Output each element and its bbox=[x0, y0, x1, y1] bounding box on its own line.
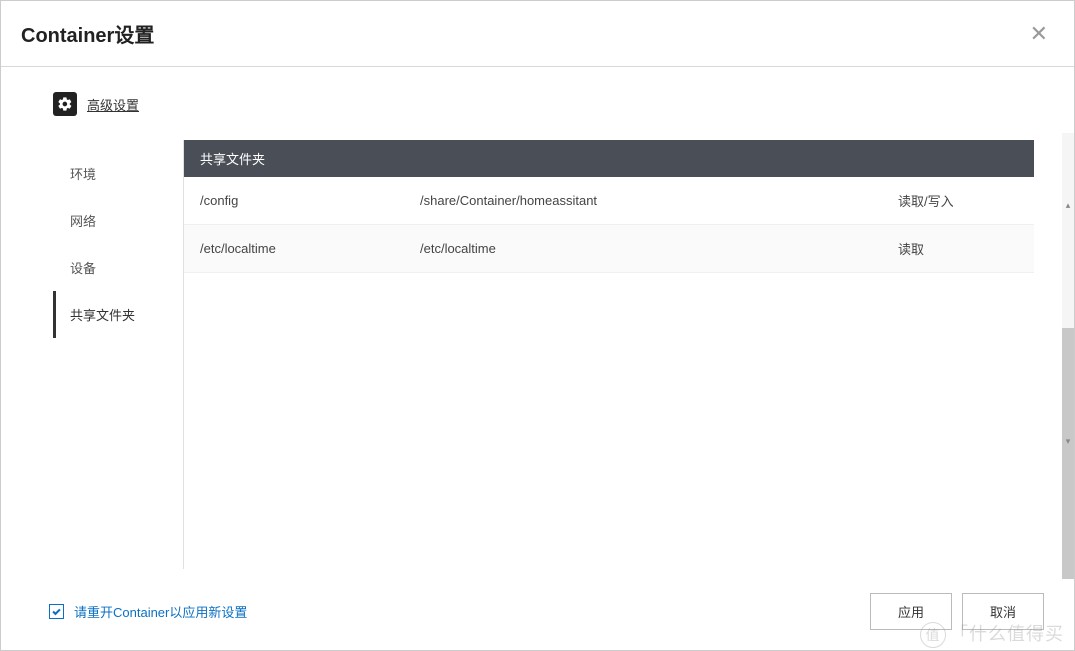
modal-footer: 请重开Container以应用新设置 应用 取消 bbox=[1, 579, 1074, 650]
apply-button[interactable]: 应用 bbox=[870, 593, 952, 630]
scroll-up-icon[interactable]: ▴ bbox=[1062, 199, 1074, 211]
sidebar-item-shared-folders[interactable]: 共享文件夹 bbox=[53, 291, 183, 338]
cancel-button[interactable]: 取消 bbox=[962, 593, 1044, 630]
container-settings-modal: Container设置 ✕ 高级设置 环境 网络 bbox=[0, 0, 1075, 651]
restart-checkbox[interactable] bbox=[49, 604, 64, 619]
mount-path: /etc/localtime bbox=[200, 241, 420, 256]
sidebar-item-network[interactable]: 网络 bbox=[53, 197, 183, 244]
sidebar-item-device[interactable]: 设备 bbox=[53, 244, 183, 291]
panel-title: 共享文件夹 bbox=[184, 140, 1034, 177]
footer-left: 请重开Container以应用新设置 bbox=[49, 602, 247, 621]
sidebar-item-label: 设备 bbox=[70, 261, 96, 276]
content-wrapper: 高级设置 环境 网络 设备 共享文件夹 bbox=[1, 67, 1074, 579]
modal-title: Container设置 bbox=[21, 19, 154, 48]
close-icon[interactable]: ✕ bbox=[1024, 23, 1054, 45]
advanced-settings-header: 高级设置 bbox=[53, 92, 1034, 116]
footer-right: 应用 取消 bbox=[870, 593, 1044, 630]
host-path: /share/Container/homeassitant bbox=[420, 193, 898, 208]
table-row[interactable]: /etc/localtime /etc/localtime 读取 bbox=[184, 225, 1034, 273]
sidebar-item-label: 共享文件夹 bbox=[70, 308, 135, 323]
access-mode: 读取/写入 bbox=[898, 191, 1018, 210]
modal-body: 高级设置 环境 网络 设备 共享文件夹 bbox=[1, 67, 1074, 579]
sidebar-item-label: 环境 bbox=[70, 167, 96, 182]
advanced-settings-link[interactable]: 高级设置 bbox=[87, 95, 139, 114]
shared-folders-panel: 共享文件夹 /config /share/Container/homeassit… bbox=[183, 140, 1034, 569]
scrollbar-thumb[interactable] bbox=[1062, 328, 1074, 579]
modal-header: Container设置 ✕ bbox=[1, 1, 1074, 67]
main-area: 环境 网络 设备 共享文件夹 共享文件夹 /config bbox=[53, 140, 1034, 569]
table-row[interactable]: /config /share/Container/homeassitant 读取… bbox=[184, 177, 1034, 225]
settings-sidebar: 环境 网络 设备 共享文件夹 bbox=[53, 140, 183, 569]
sidebar-item-label: 网络 bbox=[70, 214, 96, 229]
scrollbar-track[interactable]: ▴ ▾ bbox=[1062, 133, 1074, 513]
mount-path: /config bbox=[200, 193, 420, 208]
access-mode: 读取 bbox=[898, 239, 1018, 258]
restart-checkbox-label[interactable]: 请重开Container以应用新设置 bbox=[74, 602, 247, 621]
sidebar-item-environment[interactable]: 环境 bbox=[53, 150, 183, 197]
scroll-down-icon[interactable]: ▾ bbox=[1062, 435, 1074, 447]
host-path: /etc/localtime bbox=[420, 241, 898, 256]
gear-icon bbox=[53, 92, 77, 116]
